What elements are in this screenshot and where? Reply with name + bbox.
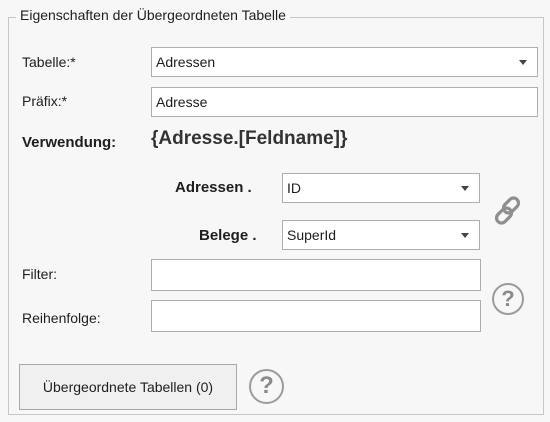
child-field-value: SuperId (287, 227, 337, 243)
table-label: Tabelle:* (22, 54, 76, 70)
chain-link-icon[interactable] (492, 194, 526, 228)
table-select-value: Adressen (156, 54, 216, 70)
parent-tables-button[interactable]: Übergeordnete Tabellen (0) (19, 364, 237, 410)
child-field-label: Belege . (199, 227, 257, 244)
parent-field-label: Adressen . (175, 179, 252, 196)
parent-field-value: ID (287, 180, 301, 196)
chevron-down-icon[interactable] (519, 60, 527, 65)
prefix-input-value: Adresse (156, 94, 208, 110)
prefix-label: Präfix:* (22, 93, 68, 109)
chevron-down-icon[interactable] (461, 186, 469, 191)
order-label: Reihenfolge: (22, 310, 101, 326)
usage-label: Verwendung: (22, 134, 117, 151)
chevron-down-icon[interactable] (461, 233, 469, 238)
group-title: Eigenschaften der Übergeordneten Tabelle (16, 7, 290, 23)
prefix-input[interactable]: Adresse (151, 87, 538, 117)
table-select[interactable]: Adressen (151, 47, 538, 77)
child-field-select[interactable]: SuperId (282, 220, 480, 250)
order-input[interactable] (151, 300, 481, 332)
help-icon[interactable]: ? (492, 283, 524, 315)
parent-field-select[interactable]: ID (282, 173, 480, 203)
help-icon[interactable]: ? (249, 369, 284, 404)
filter-input[interactable] (151, 259, 481, 291)
filter-label: Filter: (22, 266, 57, 282)
usage-value: {Adresse.[Feldname]} (151, 128, 348, 149)
